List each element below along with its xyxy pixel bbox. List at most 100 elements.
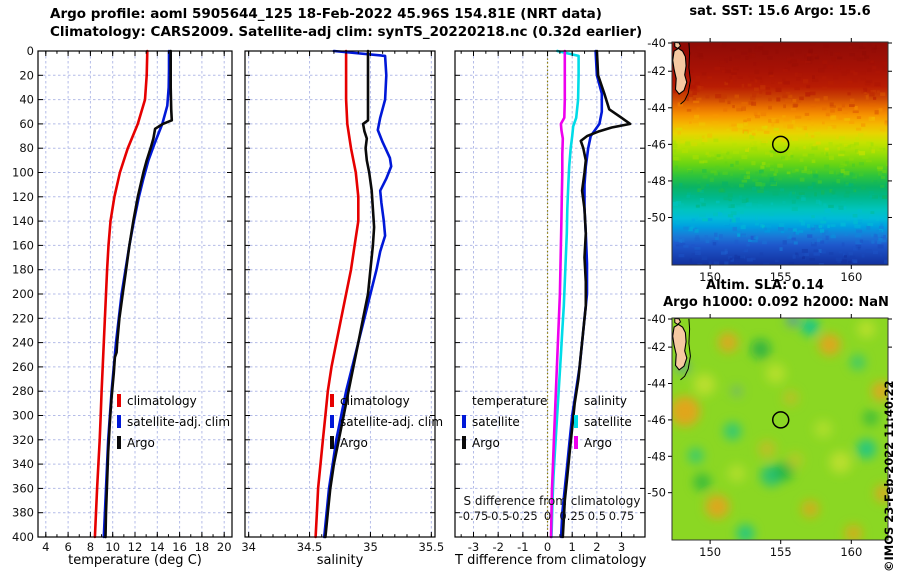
depth-tick-label: 360 bbox=[12, 481, 34, 495]
figure-title-line2: Climatology: CARS2009. Satellite-adj cli… bbox=[50, 24, 643, 40]
speckle bbox=[880, 239, 887, 243]
speckle bbox=[801, 170, 807, 174]
speckle bbox=[747, 83, 752, 87]
sla-blob bbox=[765, 363, 786, 384]
sla-blob bbox=[693, 473, 712, 492]
lon-tick-label: 150 bbox=[699, 545, 721, 559]
speckle bbox=[703, 61, 707, 65]
speckle bbox=[841, 71, 847, 76]
speckle bbox=[732, 66, 739, 71]
speckle bbox=[794, 184, 799, 189]
sla-blob bbox=[829, 451, 852, 474]
speckle bbox=[741, 83, 745, 88]
speckle bbox=[772, 191, 779, 196]
speckle bbox=[792, 98, 797, 103]
speckle bbox=[856, 229, 863, 233]
s-tick-label: -0.25 bbox=[508, 509, 538, 523]
speckle bbox=[791, 199, 796, 204]
speckle bbox=[794, 87, 800, 91]
speckle bbox=[768, 105, 772, 110]
speckle bbox=[716, 154, 721, 158]
speckle bbox=[796, 77, 801, 81]
speckle bbox=[773, 127, 780, 131]
speckle bbox=[802, 153, 808, 157]
speckle bbox=[761, 125, 768, 130]
speckle bbox=[838, 165, 845, 168]
depth-tick-label: 100 bbox=[12, 166, 34, 180]
lat-tick-label: -42 bbox=[647, 340, 666, 354]
legend-item: Argo bbox=[574, 432, 632, 453]
speckle bbox=[701, 203, 706, 207]
speckle bbox=[781, 156, 786, 160]
speckle bbox=[686, 108, 692, 112]
speckle bbox=[838, 250, 843, 254]
speckle bbox=[848, 120, 855, 124]
speckle bbox=[792, 63, 799, 67]
speckle bbox=[834, 52, 841, 56]
depth-tick-label: 0 bbox=[27, 44, 34, 58]
speckle bbox=[691, 244, 695, 248]
legend: climatology satellite-adj. clim Argo bbox=[117, 390, 230, 453]
speckle bbox=[701, 142, 705, 145]
speckle bbox=[860, 77, 866, 81]
speckle bbox=[861, 90, 865, 94]
speckle bbox=[761, 182, 766, 187]
speckle bbox=[844, 233, 848, 237]
speckle bbox=[868, 191, 874, 196]
speckle bbox=[752, 93, 757, 98]
depth-tick-label: 380 bbox=[12, 506, 34, 520]
speckle bbox=[715, 200, 720, 204]
speckle bbox=[827, 224, 830, 228]
speckle bbox=[731, 127, 738, 132]
speckle bbox=[853, 48, 859, 52]
depth-tick-label: 400 bbox=[12, 530, 34, 544]
legend-item: temperature bbox=[462, 390, 547, 411]
speckle bbox=[732, 75, 736, 78]
speckle bbox=[845, 190, 850, 194]
speckle bbox=[777, 163, 783, 168]
speckle bbox=[839, 150, 846, 154]
speckle bbox=[737, 207, 744, 211]
speckle bbox=[726, 128, 730, 132]
speckle bbox=[810, 104, 816, 108]
speckle bbox=[683, 226, 690, 230]
speckle bbox=[768, 66, 774, 71]
speckle bbox=[753, 62, 757, 66]
x-tick-label: 35 bbox=[363, 540, 378, 554]
speckle bbox=[727, 193, 733, 198]
speckle bbox=[695, 250, 701, 256]
speckle bbox=[695, 235, 700, 239]
speckle bbox=[805, 92, 811, 97]
speckle bbox=[701, 72, 707, 76]
speckle bbox=[718, 98, 725, 103]
speckle bbox=[729, 56, 732, 61]
speckle bbox=[743, 131, 748, 135]
speckle bbox=[856, 116, 862, 119]
speckle bbox=[864, 55, 870, 59]
speckle bbox=[811, 182, 816, 187]
speckle bbox=[860, 123, 866, 127]
speckle bbox=[799, 158, 804, 162]
speckle bbox=[798, 192, 805, 195]
s-difference-header: S difference from climatology bbox=[464, 494, 641, 508]
speckle bbox=[732, 142, 737, 147]
speckle bbox=[777, 81, 783, 85]
speckle bbox=[835, 257, 843, 262]
speckle bbox=[783, 117, 790, 122]
panel-grid bbox=[455, 50, 645, 538]
lat-tick-label: -48 bbox=[647, 174, 666, 188]
speckle bbox=[853, 72, 858, 76]
speckle bbox=[843, 174, 846, 178]
speckle bbox=[800, 221, 806, 226]
speckle bbox=[836, 170, 840, 175]
speckle bbox=[732, 226, 737, 232]
speckle bbox=[752, 200, 758, 204]
speckle bbox=[854, 224, 861, 229]
speckle bbox=[809, 143, 814, 147]
speckle bbox=[691, 142, 698, 147]
speckle bbox=[721, 181, 729, 187]
speckle bbox=[801, 248, 808, 253]
speckle bbox=[856, 127, 862, 131]
sla-blob bbox=[774, 461, 795, 482]
speckle bbox=[696, 97, 702, 101]
